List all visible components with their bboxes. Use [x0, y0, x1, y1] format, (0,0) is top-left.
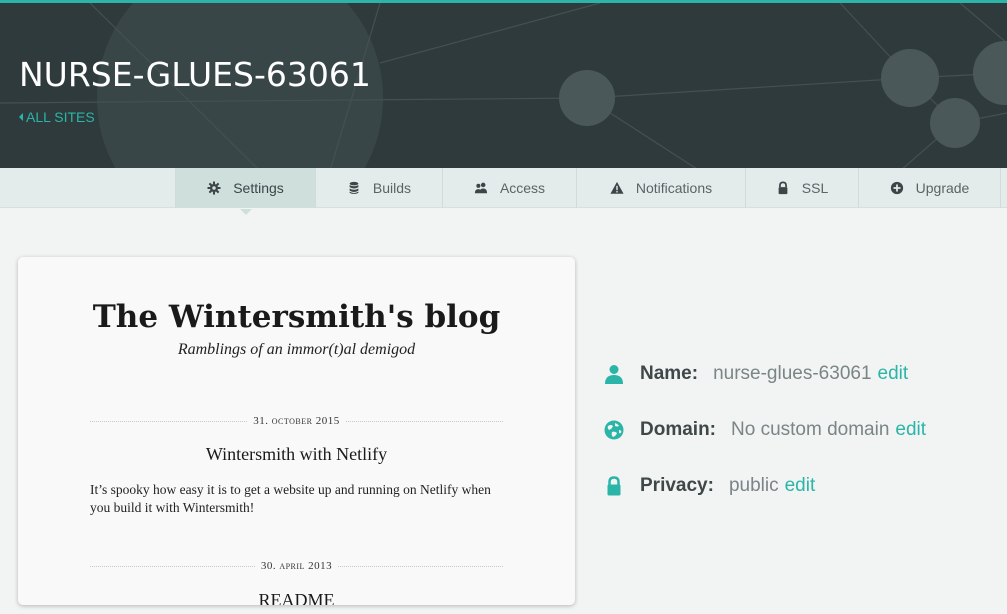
all-sites-label: ALL SITES: [26, 109, 95, 125]
name-label: Name:: [640, 363, 699, 384]
edit-domain-link[interactable]: edit: [895, 419, 926, 441]
site-title: NURSE-GLUES-63061: [19, 55, 371, 94]
lock-icon: [778, 181, 788, 195]
privacy-value: public: [728, 475, 779, 496]
post-title: Wintersmith with Netlify: [205, 444, 388, 464]
site-preview-card[interactable]: The Wintersmith's blog Ramblings of an i…: [18, 257, 575, 605]
lock-icon: [607, 476, 621, 496]
post-date-divider: 31. october 2015: [90, 414, 504, 428]
site-tabs: Settings Builds Access Notifications SSL…: [0, 168, 1007, 215]
edit-name-link[interactable]: edit: [878, 363, 909, 385]
site-name-row: Name: nurse-glues-63061 edit: [604, 363, 908, 385]
domain-value: No custom domain: [731, 419, 890, 440]
plus-circle-icon: [890, 181, 903, 195]
users-icon: [474, 182, 488, 194]
tab-notifications[interactable]: Notifications: [577, 168, 746, 208]
tab-ssl-label: SSL: [801, 180, 829, 196]
blog-subtitle: Ramblings of an immor(t)al demigod: [177, 341, 416, 358]
post-date: 30. april 2013: [260, 560, 333, 572]
post-date-divider: 30. april 2013: [90, 559, 503, 573]
privacy-row: Privacy: public edit: [604, 475, 815, 497]
edit-privacy-link[interactable]: edit: [785, 475, 816, 497]
post-excerpt: It’s spooky how easy it is to get a webs…: [90, 482, 491, 515]
tab-notifications-label: Notifications: [635, 180, 713, 196]
database-icon: [349, 181, 359, 194]
domain-row: Domain: No custom domain edit: [604, 419, 926, 441]
tab-builds[interactable]: Builds: [316, 168, 443, 208]
site-header: NURSE-GLUES-63061 ALL SITES: [0, 0, 1007, 168]
user-icon: [605, 365, 623, 384]
privacy-label: Privacy:: [640, 475, 714, 496]
tab-upgrade-label: Upgrade: [915, 180, 970, 196]
post-date: 31. october 2015: [253, 415, 340, 427]
gear-icon: [207, 181, 221, 195]
tab-ssl[interactable]: SSL: [746, 168, 859, 208]
all-sites-link[interactable]: ALL SITES: [19, 109, 95, 125]
tab-settings[interactable]: Settings: [175, 168, 316, 215]
globe-icon: [604, 420, 624, 440]
tab-access[interactable]: Access: [443, 168, 577, 208]
name-value: nurse-glues-63061: [713, 363, 872, 384]
tab-settings-label: Settings: [233, 180, 284, 196]
post-title: README: [258, 590, 335, 605]
tab-builds-label: Builds: [372, 180, 412, 196]
tab-access-label: Access: [499, 180, 546, 196]
warning-icon: [610, 181, 624, 194]
tab-upgrade[interactable]: Upgrade: [859, 168, 1001, 208]
caret-left-icon: [19, 113, 23, 121]
domain-label: Domain:: [640, 419, 716, 440]
blog-title: The Wintersmith's blog: [92, 299, 501, 335]
